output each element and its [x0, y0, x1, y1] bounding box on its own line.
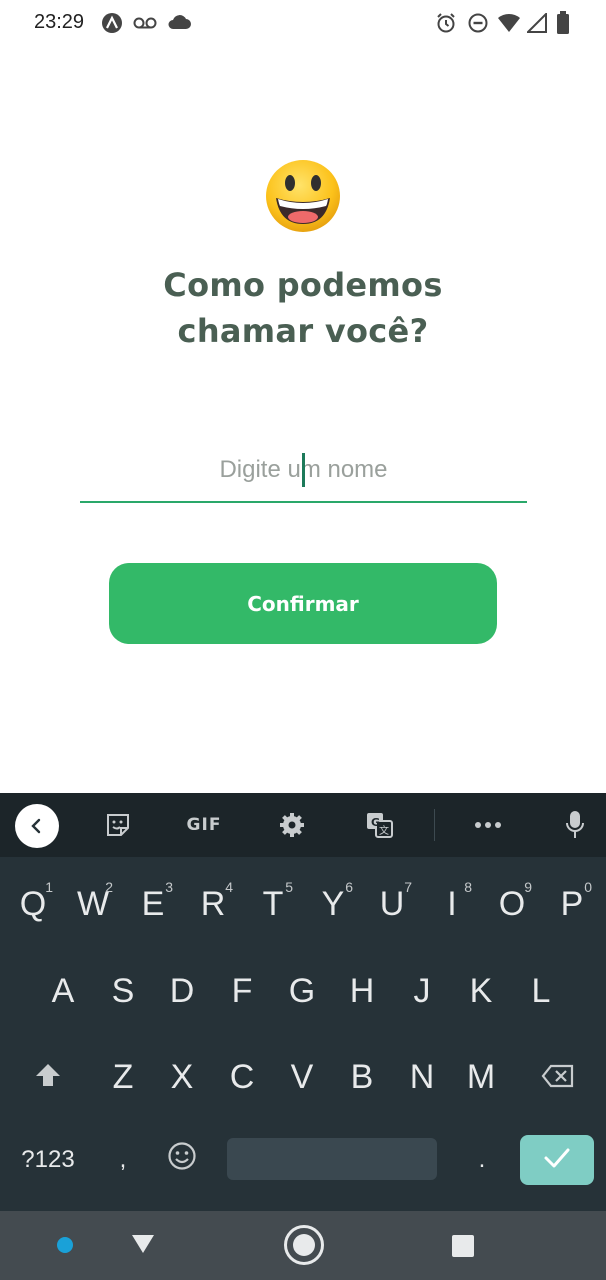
key-a[interactable]: A [35, 956, 91, 1026]
key-label: T [262, 884, 284, 923]
shift-icon [34, 1058, 62, 1097]
recents-nav-icon[interactable] [450, 1233, 476, 1259]
shift-key[interactable] [20, 1042, 76, 1112]
svg-text:文: 文 [379, 824, 389, 837]
key-hint: 6 [345, 879, 353, 895]
key-o[interactable]: O9 [484, 869, 540, 939]
keyboard-toolbar: GIF G文 [0, 793, 606, 857]
do-not-disturb-icon [467, 12, 489, 34]
keyboard-indicator-dot [55, 1235, 75, 1255]
signal-icon [527, 13, 547, 33]
key-hint: 0 [584, 879, 592, 895]
key-d[interactable]: D [154, 956, 210, 1026]
key-v[interactable]: V [274, 1042, 330, 1112]
key-s[interactable]: S [95, 956, 151, 1026]
key-r[interactable]: R4 [185, 869, 241, 939]
key-hint: 4 [225, 879, 233, 895]
key-f[interactable]: F [214, 956, 270, 1026]
gif-button[interactable]: GIF [182, 805, 226, 845]
key-n[interactable]: N [394, 1042, 450, 1112]
key-hint: 3 [165, 879, 173, 895]
checkmark-icon [543, 1147, 571, 1174]
period-key[interactable]: . [454, 1125, 510, 1195]
alarm-icon [435, 12, 457, 34]
key-g[interactable]: G [274, 956, 330, 1026]
status-bar: 23:29 [0, 0, 606, 46]
key-hint: 7 [404, 879, 412, 895]
key-l[interactable]: L [513, 956, 569, 1026]
key-hint: 1 [45, 879, 53, 895]
title-line-1: Como podemos [163, 266, 443, 304]
settings-icon[interactable] [270, 805, 314, 845]
key-x[interactable]: X [154, 1042, 210, 1112]
spacebar[interactable] [227, 1138, 437, 1180]
key-p[interactable]: P0 [544, 869, 600, 939]
key-u[interactable]: U7 [364, 869, 420, 939]
more-icon[interactable] [466, 805, 510, 845]
comma-key[interactable]: , [95, 1125, 151, 1195]
back-nav-icon[interactable] [128, 1231, 158, 1257]
text-cursor [302, 453, 305, 487]
page-title: Como podemos chamar você? [0, 262, 606, 354]
key-hint: 8 [464, 879, 472, 895]
key-k[interactable]: K [453, 956, 509, 1026]
key-q[interactable]: Q1 [5, 869, 61, 939]
name-field [80, 440, 527, 503]
navigation-bar [0, 1211, 606, 1280]
mic-icon[interactable] [553, 805, 597, 845]
back-icon[interactable] [15, 804, 59, 848]
key-hint: 9 [524, 879, 532, 895]
key-j[interactable]: J [394, 956, 450, 1026]
key-label: I [447, 884, 457, 923]
voicemail-icon [133, 16, 157, 30]
key-hint: 5 [285, 879, 293, 895]
key-z[interactable]: Z [95, 1042, 151, 1112]
keyboard: GIF G文 Q1 W2 E3 R4 T5 Y6 U7 I8 O9 P0 A S… [0, 793, 606, 1211]
symbols-key[interactable]: ?123 [14, 1125, 82, 1195]
title-line-2: chamar você? [177, 312, 429, 350]
enter-key[interactable] [520, 1135, 594, 1185]
key-label: Q [19, 884, 47, 923]
translate-icon[interactable]: G文 [358, 805, 402, 845]
key-label: Y [321, 884, 345, 923]
key-e[interactable]: E3 [125, 869, 181, 939]
key-hint: 2 [105, 879, 113, 895]
confirm-button[interactable]: Confirmar [109, 563, 497, 644]
vpn-icon [101, 12, 123, 34]
key-label: R [200, 884, 226, 923]
key-label: O [498, 884, 526, 923]
key-y[interactable]: Y6 [305, 869, 361, 939]
status-time: 23:29 [34, 11, 85, 33]
key-t[interactable]: T5 [245, 869, 301, 939]
key-label: U [379, 884, 405, 923]
emoji-key[interactable] [154, 1125, 210, 1195]
emoji-icon [167, 1141, 197, 1180]
key-h[interactable]: H [334, 956, 390, 1026]
key-c[interactable]: C [214, 1042, 270, 1112]
key-w[interactable]: W2 [65, 869, 121, 939]
toolbar-divider [434, 809, 435, 841]
key-label: P [560, 884, 584, 923]
wifi-icon [497, 13, 521, 33]
gif-label: GIF [186, 815, 222, 835]
home-nav-icon[interactable] [282, 1223, 326, 1267]
key-label: E [141, 884, 165, 923]
backspace-icon [541, 1058, 575, 1097]
grinning-face-emoji [264, 158, 342, 234]
sticker-icon[interactable] [96, 805, 140, 845]
key-b[interactable]: B [334, 1042, 390, 1112]
backspace-key[interactable] [528, 1042, 588, 1112]
key-m[interactable]: M [453, 1042, 509, 1112]
cloud-icon [167, 14, 191, 30]
key-i[interactable]: I8 [424, 869, 480, 939]
battery-icon [556, 11, 570, 35]
